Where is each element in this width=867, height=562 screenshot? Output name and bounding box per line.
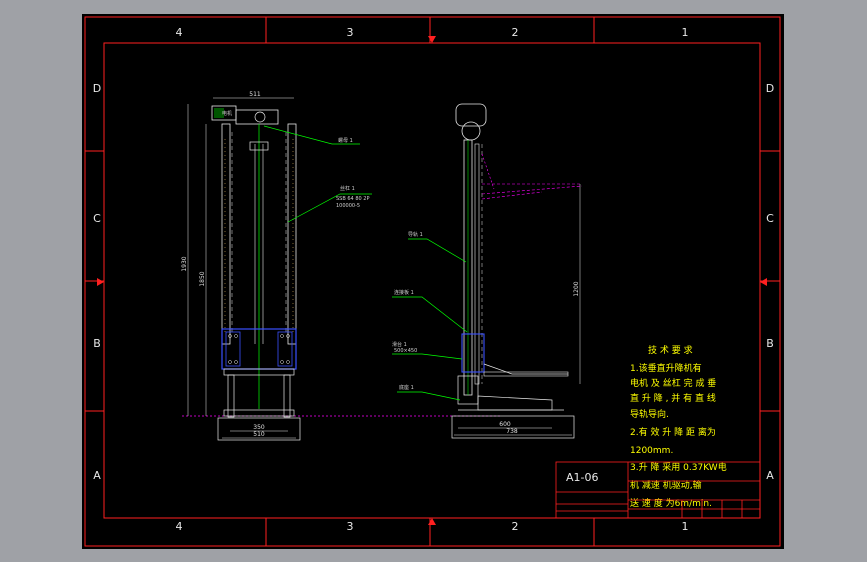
drawing-number: A1-06 — [566, 471, 599, 484]
leader-plate — [392, 296, 468, 333]
drawing-sheet: 4 3 2 1 4 3 2 1 D C B A D C B A 511 1930… — [82, 14, 784, 549]
notes-title: 技 术 要 求 — [648, 344, 693, 356]
front-base — [223, 409, 295, 417]
side-base — [477, 395, 553, 411]
note-line-7: 3.升 降 采用 0.37KW电 — [630, 461, 727, 473]
note-line-3: 直 升 降 , 并 有 直 线 — [630, 392, 716, 404]
side-carriage — [461, 333, 485, 373]
note-line-1: 1.该垂直升降机有 — [630, 362, 702, 374]
note-line-4: 导轨导向. — [630, 408, 669, 420]
left-column — [221, 123, 231, 345]
note-line-9: 送 速 度 为6m/min. — [630, 497, 712, 509]
zone-row-right-2: C — [766, 212, 774, 225]
cad-drawing: 4 3 2 1 4 3 2 1 D C B A D C B A 511 1930… — [84, 16, 781, 547]
leader-guide — [408, 238, 467, 263]
zone-col-top-4: 1 — [682, 26, 689, 39]
zone-col-bottom-1: 4 — [176, 520, 183, 533]
technical-notes: 技 术 要 求 1.该垂直升降机有 电机 及 丝杠 完 成 垂 直 升 降 , … — [630, 344, 727, 509]
dim-base-outer: 510 — [253, 431, 265, 438]
label-nut: 螺母 1 — [338, 137, 353, 144]
label-screw-spec1: SSB 64 80 2P — [336, 196, 369, 202]
zone-col-top-1: 4 — [176, 26, 183, 39]
label-screw-title: 丝杠 1 — [340, 185, 355, 192]
side-view: 1200 600 738 导轨 1 连接板 1 滑台 1 500×450 底座 … — [392, 103, 583, 439]
note-line-6: 1200mm. — [630, 446, 673, 456]
label-slide: 滑台 1 — [392, 341, 407, 348]
side-motor — [455, 103, 487, 127]
zone-row-left-2: C — [93, 212, 101, 225]
zone-col-bottom-2: 3 — [347, 520, 354, 533]
front-view: 511 1930 1850 350 510 螺母 1 电机 丝杠 1 SSB 6… — [181, 91, 502, 441]
label-motor: 电机 — [222, 110, 232, 117]
dim-top-width: 511 — [249, 91, 261, 98]
zone-col-bottom-4: 1 — [682, 520, 689, 533]
dim-height-inner: 1850 — [199, 271, 206, 286]
dim-base-inner: 350 — [253, 424, 265, 431]
zone-row-left-1: D — [93, 82, 101, 95]
zone-row-left-3: B — [93, 337, 101, 350]
zone-col-top-3: 2 — [512, 26, 519, 39]
zone-row-right-1: D — [766, 82, 774, 95]
zone-col-bottom-3: 2 — [512, 520, 519, 533]
label-guide: 导轨 1 — [408, 231, 423, 238]
zone-row-right-4: A — [766, 469, 774, 482]
leader-slide — [392, 353, 463, 360]
carriage-upper-position — [481, 153, 583, 200]
coupling — [254, 111, 266, 123]
label-base: 底座 1 — [399, 384, 414, 391]
right-column — [287, 123, 297, 345]
label-plate: 连接板 1 — [394, 289, 414, 296]
dim-height-outer: 1930 — [181, 256, 188, 271]
label-screw-spec2: 100000-5 — [336, 203, 360, 209]
note-line-5: 2.有 效 升 降 距 离为 — [630, 426, 716, 438]
dim-side-base-outer: 738 — [506, 428, 518, 435]
leader-base — [397, 391, 461, 401]
top-beam — [235, 109, 279, 125]
dim-side-base-inner: 600 — [499, 421, 511, 428]
zone-row-left-4: A — [93, 469, 101, 482]
note-line-2: 电机 及 丝杠 完 成 垂 — [630, 377, 716, 389]
zone-col-top-2: 3 — [347, 26, 354, 39]
zone-row-right-3: B — [766, 337, 774, 350]
dim-lift-height: 1200 — [573, 281, 580, 296]
label-slide-size: 500×450 — [394, 348, 417, 354]
